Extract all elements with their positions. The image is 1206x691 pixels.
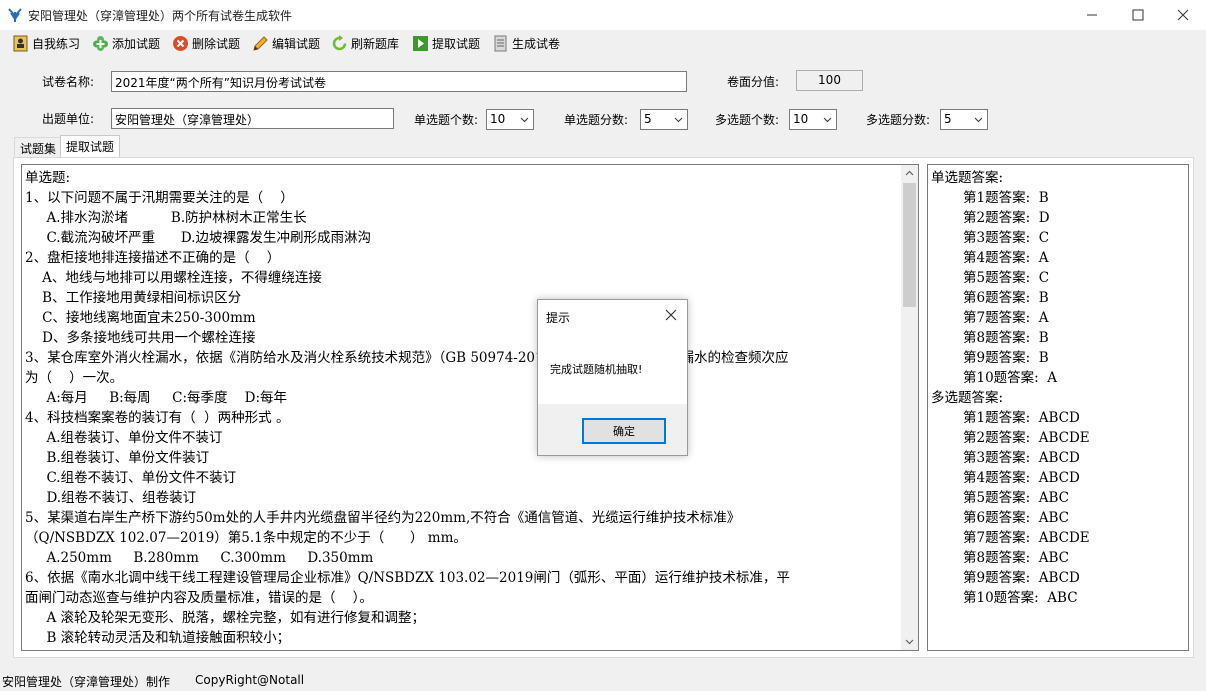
multi-count-label: 多选题个数: — [715, 113, 780, 127]
delete-question-button[interactable]: 删除试题 — [172, 33, 240, 53]
chevron-down-icon — [974, 117, 983, 123]
single-answer-item: 第2题答案: D — [963, 210, 1050, 226]
multi-score-select[interactable]: 5 — [940, 109, 988, 130]
unit-input[interactable]: 安阳管理处（穿漳管理处） — [111, 108, 394, 129]
add-clover-icon — [93, 35, 108, 51]
chevron-down-icon — [674, 117, 683, 123]
minimize-button[interactable] — [1069, 0, 1115, 30]
multi-answer-item: 第6题答案: ABC — [963, 510, 1069, 526]
scroll-up-icon — [905, 170, 914, 176]
minimize-icon — [1087, 14, 1097, 16]
multi-score-label: 多选题分数: — [866, 113, 931, 127]
questions-text: 单选题: 1、以下问题不属于汛期需要关注的是（ ） A.排水沟淤堵 B.防护林树… — [25, 170, 790, 646]
multi-answer-item: 第5题答案: ABC — [963, 490, 1069, 506]
total-score-label: 卷面分值: — [727, 75, 780, 89]
questions-textarea[interactable]: 单选题: 1、以下问题不属于汛期需要关注的是（ ） A.排水沟淤堵 B.防护林树… — [21, 164, 919, 651]
delete-question-label: 删除试题 — [192, 36, 241, 51]
generate-exam-button[interactable]: 生成试卷 — [492, 33, 560, 53]
multi-answer-item: 第4题答案: ABCD — [963, 470, 1080, 486]
dialog-title: 提示 — [546, 311, 571, 325]
answers-text: 单选题答案: 第1题答案: B 第2题答案: D 第3题答案: C 第4题答案: A 第5… — [928, 165, 1188, 608]
tab-question-set[interactable]: 试题集 — [14, 137, 63, 157]
single-answer-item: 第7题答案: A — [963, 310, 1049, 326]
multi-count-value: 10 — [793, 112, 809, 126]
multi-count-select[interactable]: 10 — [789, 109, 837, 130]
chevron-down-icon — [520, 117, 529, 123]
single-answers-header: 单选题答案: — [931, 170, 1004, 186]
refresh-icon — [332, 34, 347, 50]
edit-question-button[interactable]: 编辑试题 — [252, 33, 320, 53]
add-question-label: 添加试题 — [112, 36, 161, 51]
multi-answer-item: 第3题答案: ABCD — [963, 450, 1080, 466]
ok-button[interactable]: 确定 — [582, 418, 666, 444]
multi-answer-item: 第9题答案: ABCD — [963, 570, 1080, 586]
scroll-down-icon — [905, 639, 914, 645]
multi-answer-item: 第1题答案: ABCD — [963, 410, 1080, 426]
tab-extract-questions[interactable]: 提取试题 — [60, 135, 121, 158]
single-answer-item: 第8题答案: B — [963, 330, 1049, 346]
single-answer-item: 第5题答案: C — [963, 270, 1050, 286]
single-answer-item: 第3题答案: C — [963, 230, 1050, 246]
refresh-bank-button[interactable]: 刷新题库 — [331, 33, 399, 53]
exam-name-input[interactable]: 2021年度“两个所有”知识月份考试试卷 — [111, 71, 687, 92]
vertical-scrollbar[interactable] — [901, 165, 918, 650]
person-book-icon — [13, 35, 28, 51]
self-practice-button[interactable]: 自我练习 — [12, 33, 80, 53]
chevron-down-icon — [823, 117, 832, 123]
dialog-footer: 确定 — [538, 404, 687, 455]
single-answer-item: 第6题答案: B — [963, 290, 1049, 306]
multi-answer-item: 第10题答案: ABC — [963, 590, 1078, 606]
total-score-field: 100 — [796, 70, 863, 91]
dialog-message: 完成试题随机抽取! — [550, 363, 643, 376]
edit-question-label: 编辑试题 — [272, 36, 321, 51]
status-bar: 安阳管理处（穿漳管理处）制作 CopyRight@Notall — [0, 669, 1206, 691]
self-practice-label: 自我练习 — [32, 36, 81, 51]
close-icon[interactable] — [664, 308, 678, 322]
multi-answer-item: 第2题答案: ABCDE — [963, 430, 1090, 446]
extract-question-label: 提取试题 — [432, 36, 481, 51]
exam-name-label: 试卷名称: — [42, 75, 95, 89]
single-score-select[interactable]: 5 — [640, 109, 688, 130]
maximize-icon — [1132, 9, 1144, 21]
play-arrow-icon — [413, 35, 428, 51]
title-bar: 安阳管理处（穿漳管理处）两个所有试卷生成软件 — [0, 0, 1206, 30]
delete-x-icon — [173, 35, 188, 51]
status-maker: 安阳管理处（穿漳管理处）制作 — [2, 675, 171, 689]
single-answer-item: 第10题答案: A — [963, 370, 1058, 386]
status-copyright: CopyRight@Notall — [195, 673, 305, 687]
multi-answer-item: 第7题答案: ABCDE — [963, 530, 1090, 546]
multi-answers-header: 多选题答案: — [931, 390, 1004, 406]
single-count-value: 10 — [490, 112, 506, 126]
generate-exam-label: 生成试卷 — [512, 36, 561, 51]
single-answer-item: 第4题答案: A — [963, 250, 1049, 266]
single-score-value: 5 — [644, 112, 652, 126]
single-score-label: 单选题分数: — [564, 113, 629, 127]
pencil-icon — [253, 35, 268, 51]
refresh-bank-label: 刷新题库 — [351, 36, 400, 51]
answers-textarea[interactable]: 单选题答案: 第1题答案: B 第2题答案: D 第3题答案: C 第4题答案: A 第5… — [927, 164, 1189, 651]
close-button[interactable] — [1160, 0, 1206, 30]
maximize-button[interactable] — [1115, 0, 1161, 30]
single-count-select[interactable]: 10 — [486, 109, 534, 130]
unit-label: 出题单位: — [42, 112, 95, 126]
single-answer-item: 第9题答案: B — [963, 350, 1049, 366]
scrollbar-thumb[interactable] — [903, 183, 916, 307]
add-question-button[interactable]: 添加试题 — [92, 33, 160, 53]
info-dialog: 提示 完成试题随机抽取! 确定 — [537, 299, 688, 456]
document-icon — [494, 35, 507, 51]
extract-question-button[interactable]: 提取试题 — [412, 33, 480, 53]
app-logo-icon — [8, 8, 22, 22]
single-count-label: 单选题个数: — [414, 113, 479, 127]
window-title: 安阳管理处（穿漳管理处）两个所有试卷生成软件 — [28, 9, 293, 23]
close-icon — [1177, 9, 1189, 21]
single-answer-item: 第1题答案: B — [963, 190, 1049, 206]
multi-score-value: 5 — [944, 112, 952, 126]
toolbar: 自我练习 添加试题 删除试题 编辑试题 刷新题库 提取试题 生成试卷 — [0, 30, 1206, 56]
multi-answer-item: 第8题答案: ABC — [963, 550, 1069, 566]
